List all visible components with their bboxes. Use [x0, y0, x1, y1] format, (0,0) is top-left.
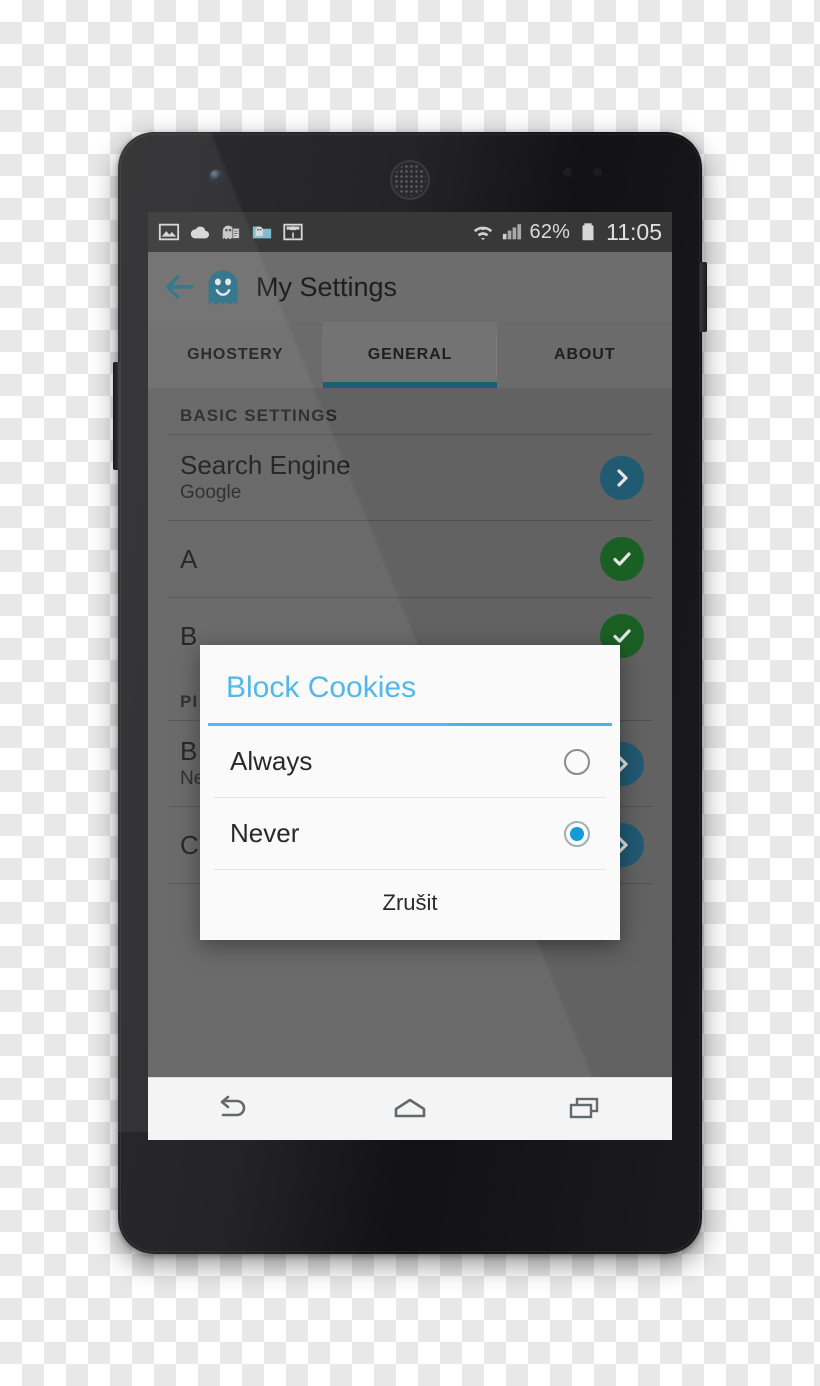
- cloud-icon: [190, 226, 210, 239]
- list-item-a[interactable]: A: [148, 521, 672, 597]
- radio-button-always[interactable]: [564, 748, 590, 775]
- list-item-title: A: [180, 543, 198, 574]
- tab-about-label: ABOUT: [553, 346, 616, 363]
- dialog-option-always[interactable]: Always: [200, 726, 620, 797]
- app-bar: My Settings: [148, 252, 672, 322]
- dialog-title: Block Cookies: [226, 671, 417, 704]
- dialog-option-never[interactable]: Never: [200, 798, 620, 869]
- ghostery-notification-icon: [222, 225, 240, 240]
- earpiece-speaker: [390, 160, 430, 200]
- tab-ghostery[interactable]: GHOSTERY: [148, 322, 323, 388]
- block-cookies-dialog: Block Cookies Always Never Zrušit: [200, 645, 620, 940]
- power-button[interactable]: [700, 262, 707, 332]
- list-item-texts: Search Engine Google: [180, 450, 351, 504]
- dialog-option-label: Always: [230, 746, 313, 776]
- battery-percent-label: 62%: [529, 220, 571, 243]
- earpiece-mesh: [394, 164, 426, 196]
- status-bar-right-icons: 62% 11:05: [472, 218, 662, 246]
- folder-icon: [252, 226, 272, 239]
- phone-screen: 62% 11:05 My Settings GHOSTERY GENERAL A…: [148, 212, 672, 1140]
- image-icon: [158, 223, 180, 241]
- phone-device: 62% 11:05 My Settings GHOSTERY GENERAL A…: [113, 132, 707, 1254]
- dialog-cancel-button[interactable]: Zrušit: [200, 870, 620, 940]
- nav-recents-icon[interactable]: [561, 1093, 609, 1125]
- list-item-title: Search Engine: [180, 450, 351, 480]
- tab-bar: GHOSTERY GENERAL ABOUT: [148, 322, 672, 388]
- back-arrow-icon[interactable]: [162, 270, 196, 304]
- list-item-subtitle: Google: [180, 482, 242, 504]
- usb-storage-icon: [283, 223, 303, 241]
- front-camera-icon: [210, 170, 222, 182]
- wifi-icon: [473, 226, 492, 241]
- nav-home-icon[interactable]: [386, 1093, 434, 1125]
- ghostery-ghost-icon[interactable]: [206, 267, 240, 307]
- page-title: My Settings: [256, 271, 398, 302]
- status-bar: 62% 11:05: [148, 212, 672, 252]
- tab-general[interactable]: GENERAL: [322, 322, 498, 388]
- dialog-option-label: Never: [230, 818, 300, 848]
- list-item-title: B: [180, 620, 198, 651]
- volume-button[interactable]: [113, 362, 120, 470]
- radio-button-never[interactable]: [564, 820, 590, 847]
- tab-about[interactable]: ABOUT: [497, 322, 672, 388]
- system-nav-bar: [148, 1077, 672, 1140]
- battery-icon: [582, 223, 594, 241]
- section-header-basic-settings: BASIC SETTINGS: [180, 406, 339, 425]
- nav-back-icon[interactable]: [211, 1093, 259, 1125]
- check-circle-icon[interactable]: [600, 537, 644, 582]
- status-bar-left-icons: [158, 221, 304, 243]
- chevron-right-icon[interactable]: [600, 455, 644, 500]
- list-item-texts: A: [180, 543, 198, 574]
- tab-general-label: GENERAL: [367, 346, 453, 363]
- cellular-signal-icon: [502, 224, 521, 240]
- tab-ghostery-label: GHOSTERY: [187, 346, 284, 363]
- list-item-texts: B: [180, 620, 198, 651]
- proximity-sensor: [563, 168, 623, 178]
- clock-label: 11:05: [606, 218, 662, 245]
- list-item-search-engine[interactable]: Search Engine Google: [148, 435, 672, 520]
